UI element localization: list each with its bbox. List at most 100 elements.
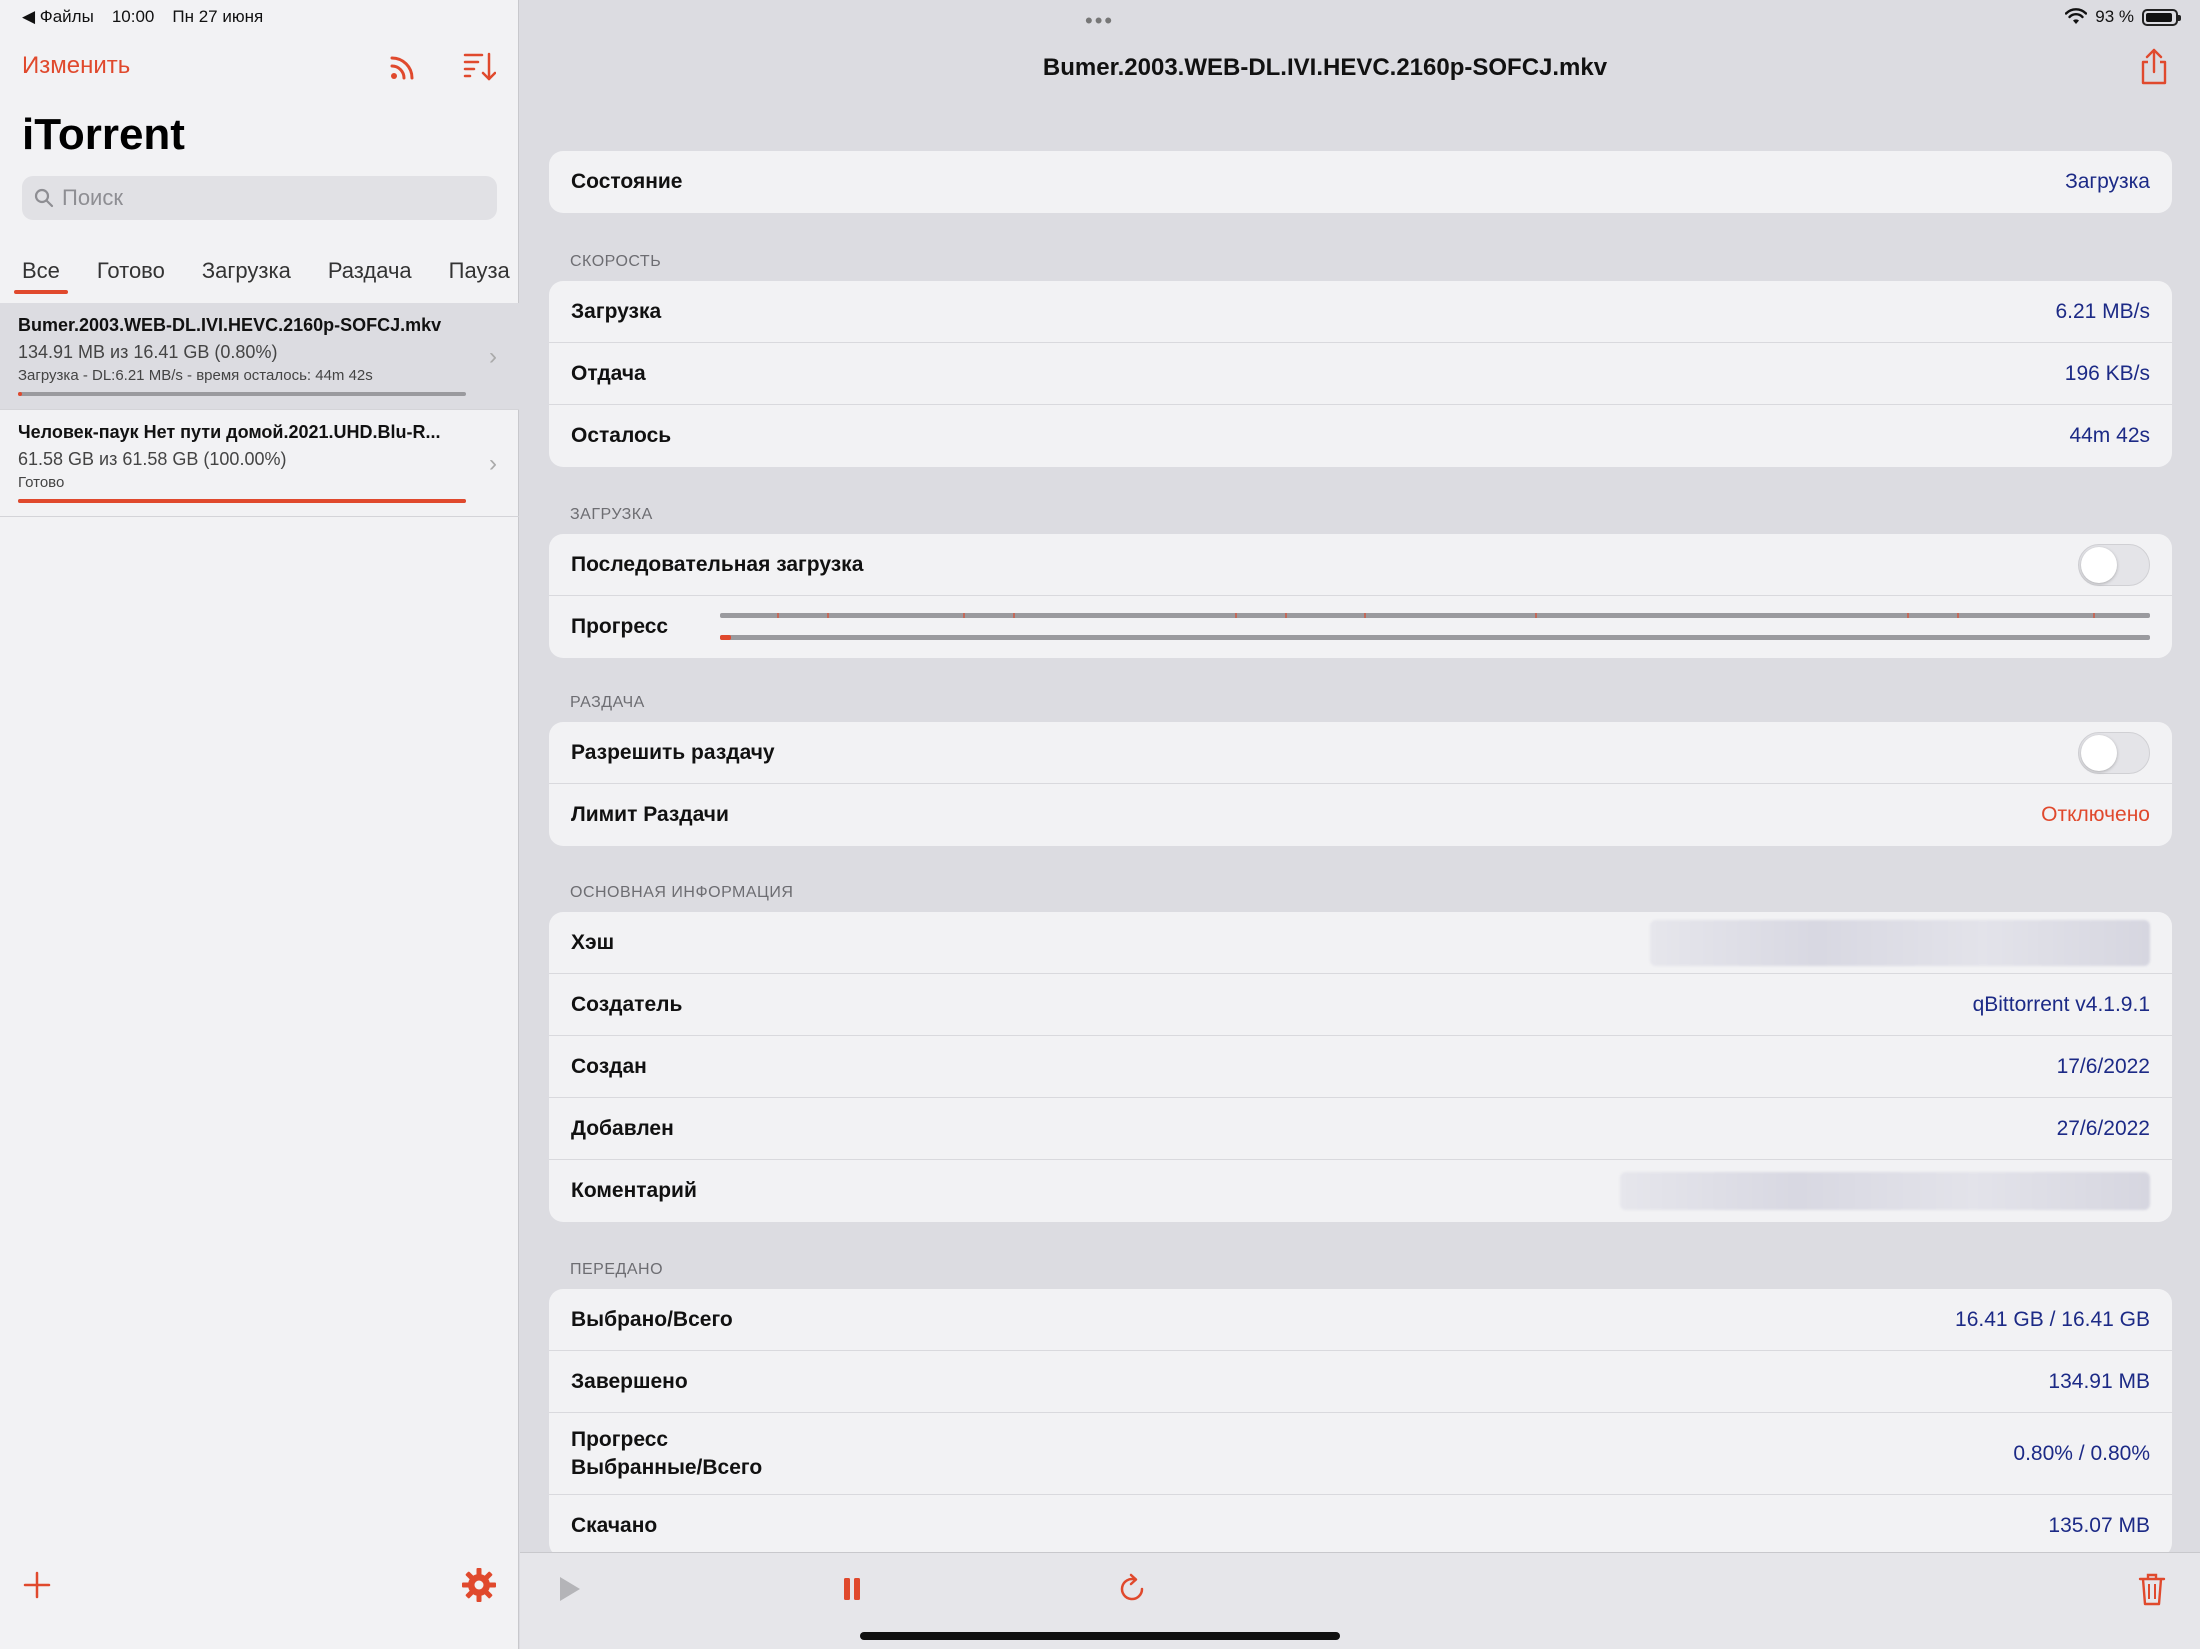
home-indicator[interactable]	[860, 1632, 1340, 1640]
downloaded-row: Скачано 135.07 MB	[549, 1495, 2172, 1557]
created-label: Создан	[571, 1054, 647, 1078]
seeding-group: Разрешить раздачу Лимит Раздачи Отключен…	[549, 722, 2172, 846]
progress-selected-row: Прогресс Выбранные/Всего 0.80% / 0.80%	[549, 1413, 2172, 1495]
pieces-progress	[720, 607, 2150, 647]
overall-progress-bar	[720, 635, 2150, 640]
seed-limit-row[interactable]: Лимит Раздачи Отключено	[549, 784, 2172, 846]
remaining-time-row: Осталось 44m 42s	[549, 405, 2172, 467]
downloaded-piece-mark	[827, 613, 830, 618]
downloaded-piece-mark	[1013, 613, 1016, 618]
battery-icon	[2142, 8, 2181, 26]
seed-limit-value[interactable]: Отключено	[2041, 803, 2150, 827]
progress-label: Прогресс	[571, 615, 669, 638]
remaining-time-value: 44m 42s	[2069, 424, 2150, 447]
completed-label: Завершено	[571, 1369, 688, 1393]
tab-all[interactable]: Все	[14, 258, 68, 294]
hash-row: Хэш	[549, 912, 2172, 974]
progress-selected-label-line2: Выбранные/Всего	[571, 1455, 763, 1479]
status-time: 10:00	[111, 7, 155, 26]
selected-total-label: Выбрано/Всего	[571, 1307, 733, 1331]
toggle-knob	[2081, 546, 2117, 583]
download-speed-row: Загрузка 6.21 MB/s	[549, 281, 2172, 343]
selected-total-row: Выбрано/Всего 16.41 GB / 16.41 GB	[549, 1289, 2172, 1351]
info-group: Хэш Создатель qBittorrent v4.1.9.1 Созда…	[549, 912, 2172, 1222]
plus-icon[interactable]	[22, 1570, 52, 1600]
upload-speed-label: Отдача	[571, 361, 646, 385]
torrent-name: Человек-паук Нет пути домой.2021.UHD.Blu…	[18, 422, 441, 442]
status-bar-right: 93 %	[2065, 6, 2181, 28]
trash-icon[interactable]	[2132, 1569, 2172, 1609]
remaining-time-label: Осталось	[571, 424, 672, 447]
downloaded-label: Скачано	[571, 1514, 658, 1537]
tab-done[interactable]: Готово	[97, 258, 165, 294]
torrent-progress-fill	[18, 499, 466, 503]
sort-icon[interactable]	[462, 50, 496, 84]
allow-seeding-toggle[interactable]	[2078, 731, 2150, 774]
creator-row: Создатель qBittorrent v4.1.9.1	[549, 974, 2172, 1036]
downloaded-piece-mark	[1535, 613, 1538, 618]
play-icon[interactable]	[548, 1569, 588, 1609]
edit-button[interactable]: Изменить	[22, 52, 130, 80]
filter-tabs: Все Готово Загрузка Раздача Пауза	[14, 258, 547, 294]
tab-paused[interactable]: Пауза	[449, 258, 510, 294]
torrent-list-item[interactable]: Bumer.2003.WEB-DL.IVI.HEVC.2160p-SOFCJ.m…	[0, 303, 519, 410]
downloaded-piece-mark	[1906, 613, 1909, 618]
completed-value: 134.91 MB	[2048, 1369, 2150, 1393]
torrent-list-item[interactable]: Человек-паук Нет пути домой.2021.UHD.Blu…	[0, 410, 519, 517]
added-value: 27/6/2022	[2056, 1116, 2150, 1140]
chevron-right-icon: ›	[489, 343, 497, 370]
comment-row: Коментарий	[549, 1160, 2172, 1222]
creator-label: Создатель	[571, 992, 683, 1016]
torrent-progress-bar	[18, 499, 466, 503]
app-title: iTorrent	[22, 110, 185, 159]
selected-total-value: 16.41 GB / 16.41 GB	[1955, 1307, 2150, 1331]
share-icon[interactable]	[2138, 48, 2170, 86]
tab-downloading[interactable]: Загрузка	[202, 258, 291, 294]
downloaded-piece-mark	[777, 613, 780, 618]
download-speed-value: 6.21 MB/s	[2055, 299, 2150, 323]
section-header-transferred: ПЕРЕДАНО	[570, 1261, 664, 1278]
sequential-download-toggle[interactable]	[2078, 543, 2150, 586]
chevron-right-icon: ›	[489, 450, 497, 477]
rss-icon[interactable]	[388, 52, 418, 82]
refresh-icon[interactable]	[1112, 1569, 1152, 1609]
pause-icon[interactable]	[832, 1569, 872, 1609]
torrent-size: 134.91 MB из 16.41 GB (0.80%)	[18, 342, 278, 362]
downloaded-piece-mark	[1363, 613, 1366, 618]
allow-seeding-row: Разрешить раздачу	[549, 722, 2172, 784]
multitasking-dots-icon[interactable]: •••	[1085, 8, 1114, 34]
torrent-progress-bar	[18, 392, 466, 396]
state-row: Состояние Загрузка	[549, 151, 2172, 213]
upload-speed-row: Отдача 196 KB/s	[549, 343, 2172, 405]
upload-speed-value: 196 KB/s	[2064, 361, 2150, 385]
section-header-speed: СКОРОСТЬ	[570, 253, 662, 270]
torrent-status: Готово	[18, 474, 65, 491]
progress-selected-value: 0.80% / 0.80%	[2013, 1441, 2150, 1465]
battery-percent: 93 %	[2095, 7, 2134, 26]
download-group: Последовательная загрузка Прогресс	[549, 534, 2172, 658]
speed-group: Загрузка 6.21 MB/s Отдача 196 KB/s Остал…	[549, 281, 2172, 467]
download-speed-label: Загрузка	[571, 299, 662, 323]
created-value: 17/6/2022	[2056, 1054, 2150, 1078]
progress-selected-label-line1: Прогресс	[571, 1427, 669, 1451]
downloaded-piece-mark	[1956, 613, 1959, 618]
sequential-download-label: Последовательная загрузка	[571, 552, 864, 576]
section-header-seeding: РАЗДАЧА	[570, 694, 645, 711]
gear-icon[interactable]	[461, 1567, 497, 1603]
allow-seeding-label: Разрешить раздачу	[571, 740, 775, 764]
bottom-toolbar	[520, 1552, 2200, 1649]
torrent-list: Bumer.2003.WEB-DL.IVI.HEVC.2160p-SOFCJ.m…	[0, 303, 519, 517]
search-input[interactable]	[62, 185, 462, 211]
search-bar[interactable]	[22, 176, 497, 220]
tab-seeding[interactable]: Раздача	[328, 258, 412, 294]
comment-label: Коментарий	[571, 1179, 697, 1202]
progress-selected-label: Прогресс Выбранные/Всего	[571, 1426, 762, 1482]
battery-level	[2146, 12, 2173, 22]
torrent-status: Загрузка - DL:6.21 MB/s - время осталось…	[18, 367, 373, 384]
added-label: Добавлен	[571, 1116, 674, 1140]
state-value: Загрузка	[2065, 170, 2150, 193]
section-header-info: ОСНОВНАЯ ИНФОРМАЦИЯ	[570, 884, 794, 901]
detail-panel: Bumer.2003.WEB-DL.IVI.HEVC.2160p-SOFCJ.m…	[520, 0, 2200, 1649]
creator-value: qBittorrent v4.1.9.1	[1972, 992, 2150, 1016]
back-to-app-link[interactable]: ◀ Файлы	[22, 7, 94, 27]
